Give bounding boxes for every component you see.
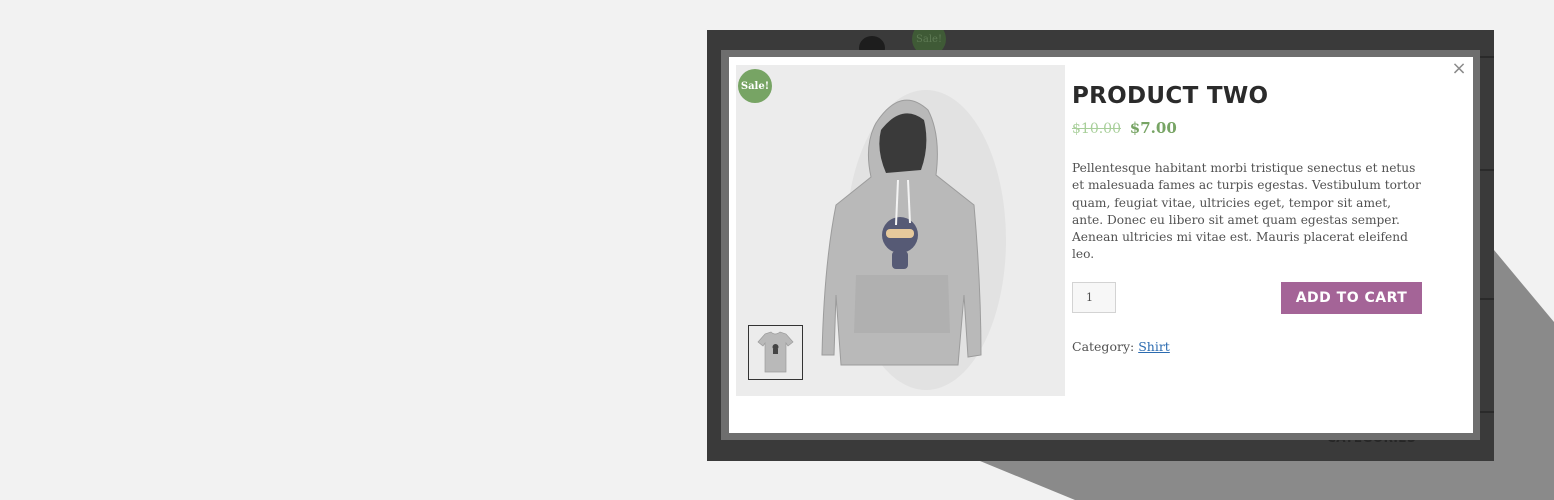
product-gallery: Sale! <box>736 65 1065 396</box>
category-link[interactable]: Shirt <box>1138 339 1170 354</box>
product-summary: PRODUCT TWO $10.00 $7.00 Pellentesque ha… <box>1072 83 1424 354</box>
regular-price: $10.00 <box>1072 121 1121 137</box>
product-meta: Category: Shirt <box>1072 339 1424 354</box>
tshirt-thumbnail-icon <box>757 331 794 373</box>
add-to-cart-form: ADD TO CART <box>1072 281 1424 316</box>
quantity-input[interactable] <box>1072 281 1116 313</box>
product-title: PRODUCT TWO <box>1072 83 1269 109</box>
quick-view-modal: × Sale! PRODUCT TWO $10.00 $7.00 Pellent… <box>729 57 1473 433</box>
ghost-sale-text: Sale! <box>916 33 942 45</box>
product-description: Pellentesque habitant morbi tristique se… <box>1072 161 1421 262</box>
sale-price: $7.00 <box>1129 119 1177 137</box>
add-to-cart-button[interactable]: ADD TO CART <box>1281 281 1422 314</box>
sale-badge: Sale! <box>738 69 772 103</box>
category-label: Category: <box>1072 338 1135 354</box>
close-button[interactable]: × <box>1451 60 1467 78</box>
product-price: $10.00 $7.00 <box>1072 119 1424 137</box>
gallery-thumbnail[interactable] <box>748 325 803 380</box>
